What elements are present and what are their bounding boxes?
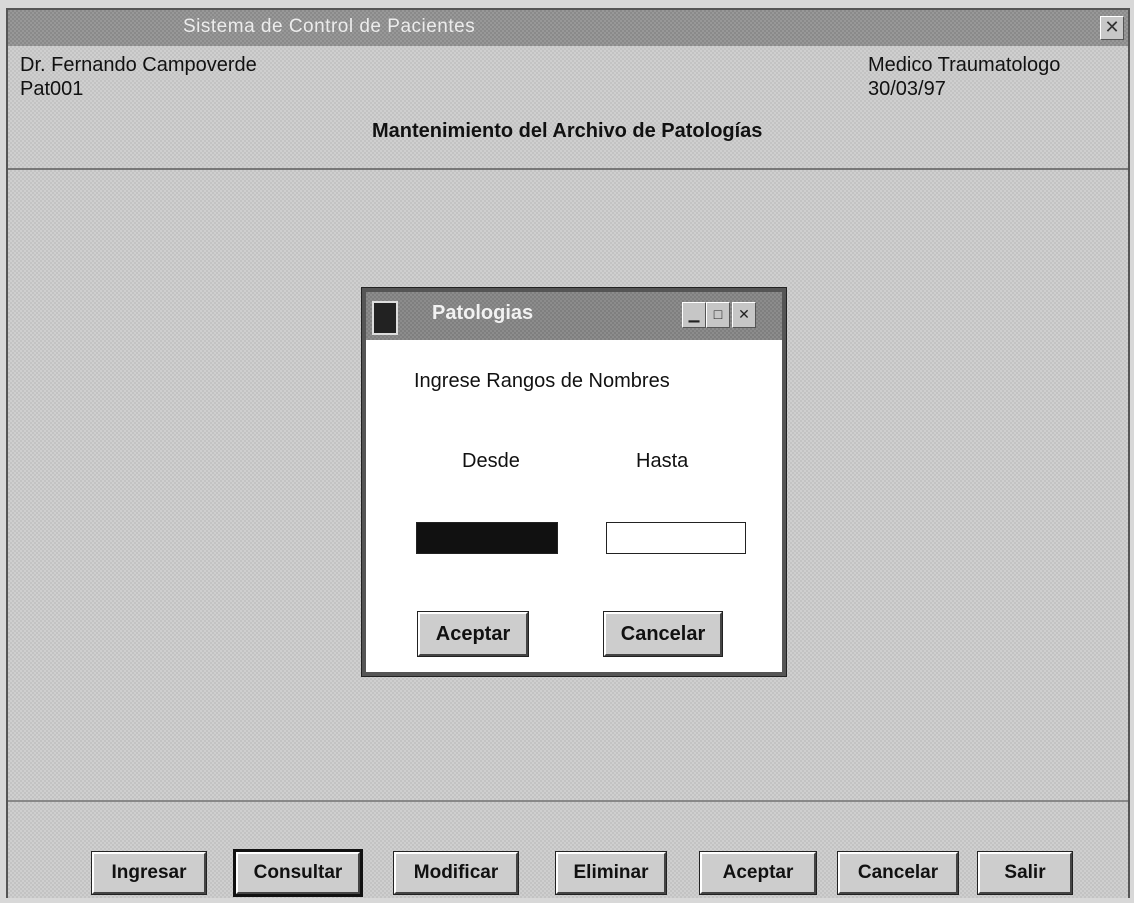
dialog-title: Patologias [432, 302, 534, 324]
close-icon[interactable]: ✕ [732, 302, 756, 328]
consultar-button[interactable]: Consultar [233, 849, 363, 897]
close-icon[interactable]: ✕ [1100, 16, 1124, 40]
dialog-prompt: Ingrese Rangos de Nombres [414, 370, 670, 392]
header-panel: Dr. Fernando Campoverde Pat001 Medico Tr… [8, 46, 1128, 170]
specialty: Medico Traumatologo [868, 54, 1061, 76]
hasta-label: Hasta [636, 450, 689, 472]
title-bar[interactable]: Sistema de Control de Pacientes ✕ [8, 10, 1128, 46]
app-icon[interactable] [372, 301, 398, 335]
patologias-dialog: Patologias ▁ □ ✕ Ingrese Rangos de Nombr… [361, 287, 787, 677]
eliminar-button[interactable]: Eliminar [555, 851, 667, 895]
ingresar-button[interactable]: Ingresar [91, 851, 207, 895]
dialog-title-bar[interactable]: Patologias ▁ □ ✕ [366, 292, 782, 340]
dialog-cancelar-button[interactable]: Cancelar [603, 611, 723, 657]
screen-title: Mantenimiento del Archivo de Patologías [372, 120, 763, 142]
hasta-input[interactable] [606, 522, 746, 554]
aceptar-button[interactable]: Aceptar [699, 851, 817, 895]
modificar-button[interactable]: Modificar [393, 851, 519, 895]
maximize-icon[interactable]: □ [706, 302, 730, 328]
date: 30/03/97 [868, 78, 946, 100]
desde-label: Desde [462, 450, 520, 472]
desde-input[interactable] [416, 522, 558, 554]
dialog-aceptar-button[interactable]: Aceptar [417, 611, 529, 657]
doctor-name: Dr. Fernando Campoverde [20, 54, 257, 76]
cancelar-button[interactable]: Cancelar [837, 851, 959, 895]
button-bar: Ingresar Consultar Modificar Eliminar Ac… [8, 800, 1128, 898]
minimize-icon[interactable]: ▁ [682, 302, 706, 328]
record-code: Pat001 [20, 78, 84, 100]
salir-button[interactable]: Salir [977, 851, 1073, 895]
window-title: Sistema de Control de Pacientes [183, 16, 476, 37]
